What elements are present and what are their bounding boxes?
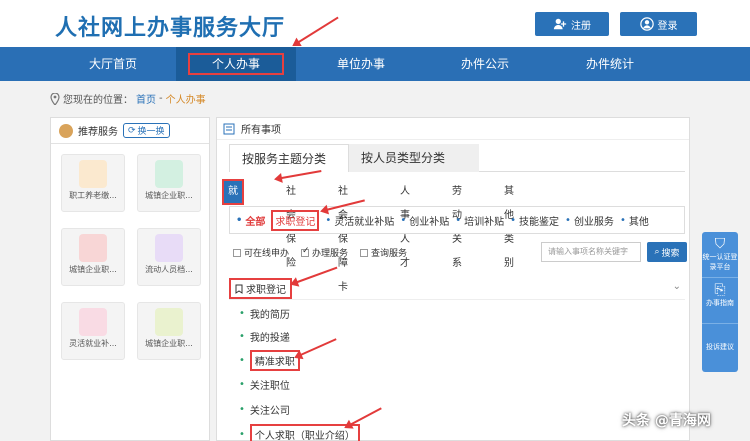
file-edit-icon	[155, 234, 183, 262]
suggestion-link[interactable]: 投诉建议	[702, 324, 738, 370]
avatar	[59, 123, 73, 138]
filter-handling-service[interactable]: 办理服务	[301, 246, 348, 259]
nav-item-statistics[interactable]: 办件统计	[555, 47, 665, 81]
user-circle-icon	[639, 17, 654, 31]
all-items-panel: 所有事项 按服务主题分类 按人员类型分类 就业创业 社会保险 社会保障卡 人事人…	[216, 117, 690, 441]
breadcrumb-separator: -	[159, 93, 163, 104]
search-icon: ⌕	[654, 247, 660, 257]
guide-icon: ⎘	[714, 282, 726, 298]
nav-item-unit[interactable]: 单位办事	[306, 47, 416, 81]
tab-by-theme[interactable]: 按服务主题分类	[229, 144, 349, 172]
nav-item-home[interactable]: 大厅首页	[60, 47, 166, 81]
tab-by-person-type[interactable]: 按人员类型分类	[349, 144, 479, 172]
register-button[interactable]: 注册	[535, 12, 609, 36]
refresh-icon: ⟳	[128, 125, 136, 136]
login-label: 登录	[657, 20, 678, 32]
side-widget: ⛉ 统一认证登录平台 ⎘ 办事指南 投诉建议	[702, 232, 738, 372]
category-social-insurance[interactable]: 社会保险	[281, 180, 301, 269]
document-user-icon	[79, 160, 107, 188]
login-button[interactable]: 登录	[620, 12, 697, 36]
nav-item-personal[interactable]: 个人办事	[176, 47, 296, 81]
watermark: 头条 @青海网	[622, 413, 711, 429]
search-button[interactable]: ⌕ 搜索	[647, 242, 687, 262]
list-icon	[223, 123, 235, 134]
subcategory-other[interactable]: • 其他	[620, 213, 649, 228]
top-header: 人社网上办事服务大厅 注册 登录	[0, 0, 750, 47]
person-upload-icon	[155, 160, 183, 188]
service-tile[interactable]: 城镇企业职...	[137, 154, 201, 212]
list-item[interactable]: • 关注职位	[239, 377, 290, 392]
panel-title: 推荐服务	[78, 127, 118, 138]
filter-query-service[interactable]: 查询服务	[360, 246, 407, 259]
category-labor[interactable]: 劳动关系	[447, 180, 467, 269]
category-employment[interactable]: 就业创业	[222, 179, 244, 269]
main-nav: 大厅首页 个人办事 单位办事 办件公示 办件统计	[0, 47, 750, 81]
service-tile[interactable]: 流动人员档...	[137, 228, 201, 286]
recommended-services-panel: 推荐服务 ⟳ 换一换 职工养老缴... 城镇企业职... 城镇企业职... 流动人…	[50, 117, 210, 441]
card-stack-icon	[79, 234, 107, 262]
group-title: 求职登记	[229, 278, 292, 299]
checkbox[interactable]	[233, 249, 241, 257]
bookmark-icon	[235, 284, 243, 294]
subcategory-training-subsidy[interactable]: • 培训补贴	[455, 213, 504, 228]
list-item[interactable]: • 我的投递	[239, 329, 290, 344]
breadcrumb-home[interactable]: 首页	[136, 91, 156, 106]
subcategory-skill-appraisal[interactable]: • 技能鉴定	[510, 213, 559, 228]
refresh-button[interactable]: ⟳ 换一换	[123, 123, 170, 138]
location-pin-icon	[50, 92, 60, 105]
checkbox[interactable]	[301, 246, 310, 257]
checkbox[interactable]	[360, 249, 369, 257]
chevron-down-icon[interactable]: ⌄	[673, 281, 681, 292]
shield-icon: ⛉	[714, 236, 726, 252]
list-item[interactable]: • 精准求职	[239, 350, 300, 371]
subcategory-startup-subsidy[interactable]: • 创业补贴	[400, 213, 449, 228]
filter-online-apply[interactable]: 可在线申办	[233, 246, 289, 259]
pencil-list-icon	[155, 308, 183, 336]
service-tile[interactable]: 城镇企业职...	[137, 302, 201, 360]
monitor-person-icon	[79, 308, 107, 336]
breadcrumb-current: 个人办事	[165, 95, 206, 106]
add-user-icon	[553, 18, 567, 30]
nav-item-publicity[interactable]: 办件公示	[430, 47, 540, 81]
subcategory-flexible-subsidy[interactable]: • 灵活就业补贴	[325, 213, 394, 228]
list-item[interactable]: • 个人求职（职业介绍）	[239, 424, 360, 441]
service-tile[interactable]: 城镇企业职...	[61, 228, 125, 286]
breadcrumb: 您现在的位置： 首页 - 个人办事	[50, 91, 206, 106]
category-security-card[interactable]: 社会保障卡	[333, 180, 353, 293]
panel-header: 推荐服务 ⟳ 换一换	[51, 118, 209, 144]
site-title[interactable]: 人社网上办事服务大厅	[55, 10, 285, 42]
classification-tabs: 按服务主题分类 按人员类型分类	[229, 144, 685, 172]
subcategory-startup-service[interactable]: • 创业服务	[565, 213, 614, 228]
filter-row: 可在线申办 办理服务 查询服务	[233, 246, 407, 259]
category-talent[interactable]: 人事人才	[395, 180, 415, 269]
subcategory-job-registration[interactable]: 求职登记	[271, 209, 320, 231]
subcategory-all[interactable]: • 全部	[236, 213, 265, 228]
category-other[interactable]: 其他类别	[499, 180, 519, 269]
panel-title: 所有事项	[241, 125, 281, 136]
service-tile[interactable]: 职工养老缴...	[61, 154, 125, 212]
register-label: 注册	[571, 20, 591, 32]
subcategory-bar: • 全部 求职登记 • 灵活就业补贴 • 创业补贴 • 培训补贴 • 技能鉴定 • 创业服务…	[229, 206, 685, 234]
panel-header: 所有事项	[217, 118, 689, 140]
unified-auth-link[interactable]: ⛉ 统一认证登录平台	[702, 232, 738, 278]
service-tile[interactable]: 灵活就业补...	[61, 302, 125, 360]
breadcrumb-prefix: 您现在的位置：	[63, 95, 133, 106]
search-input[interactable]: 请输入事项名称关键字	[541, 242, 641, 262]
list-item[interactable]: • 我的简历	[239, 306, 290, 321]
list-item[interactable]: • 关注公司	[239, 402, 290, 417]
guide-link[interactable]: ⎘ 办事指南	[702, 278, 738, 324]
